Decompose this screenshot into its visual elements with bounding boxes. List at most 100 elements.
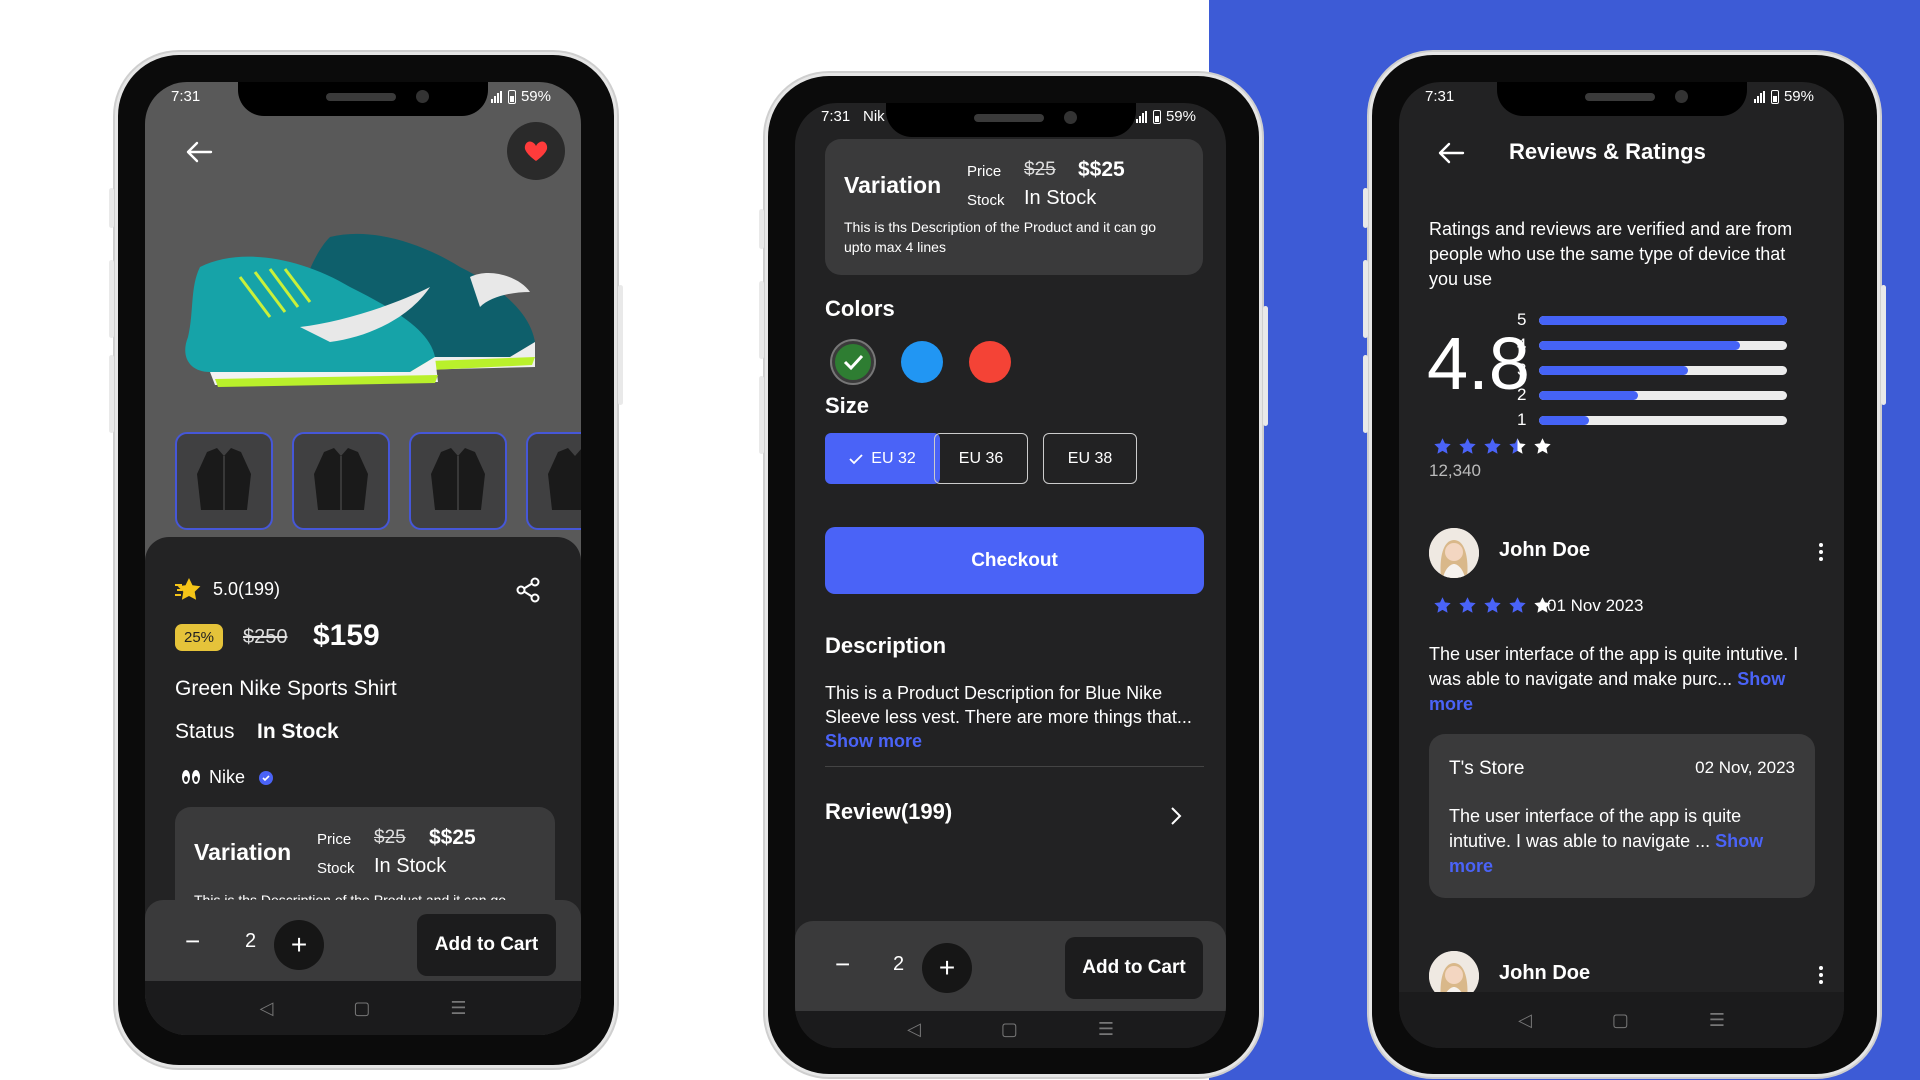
back-arrow-icon[interactable]	[1437, 141, 1465, 165]
person-avatar-icon	[1429, 528, 1479, 578]
more-options-icon[interactable]	[1819, 966, 1823, 984]
reply-body: The user interface of the app is quite i…	[1449, 806, 1742, 851]
signal-icon	[1135, 110, 1147, 123]
share-icon[interactable]	[515, 577, 541, 603]
review-count: 12,340	[1429, 461, 1481, 480]
size-label: EU 36	[958, 449, 1004, 467]
decrease-quantity-button[interactable]: −	[835, 949, 850, 980]
phone-button	[109, 260, 114, 338]
current-price: $159	[313, 619, 380, 652]
size-option-eu36[interactable]: EU 36	[934, 433, 1028, 484]
back-arrow-icon[interactable]	[185, 140, 213, 164]
more-options-icon[interactable]	[1819, 543, 1823, 561]
brand-name[interactable]: Nike	[209, 767, 245, 788]
screen: 7:31 59% Reviews & Ratings Ratings and r…	[1399, 82, 1844, 1048]
rating-bar-fill	[1539, 391, 1639, 400]
stock-value: In Stock	[1024, 187, 1097, 209]
variation-description: This is ths Description of the Product a…	[844, 219, 1157, 255]
jacket-icon	[314, 448, 368, 510]
jacket-icon	[431, 448, 485, 510]
nav-back-icon[interactable]: ◁	[260, 998, 274, 1019]
battery-level: 59%	[1165, 108, 1196, 125]
nav-menu-icon[interactable]: ☰	[450, 998, 466, 1019]
variation-card: Variation Price $25 $$25 Stock In Stock …	[825, 139, 1203, 275]
nav-back-icon[interactable]: ◁	[1518, 1010, 1532, 1031]
rating-bar-fill	[1539, 316, 1787, 325]
bottom-cart-bar: − 2 + Add to Cart	[795, 921, 1226, 1011]
description-title: Description	[825, 633, 947, 658]
rating-bar	[1539, 391, 1787, 400]
divider	[825, 766, 1204, 767]
star-icon	[1509, 438, 1526, 454]
nav-back-icon[interactable]: ◁	[907, 1019, 921, 1040]
status-value: In Stock	[257, 720, 339, 743]
nav-home-icon[interactable]: ▢	[353, 998, 370, 1019]
size-title: Size	[825, 393, 870, 418]
add-to-cart-button[interactable]: Add to Cart	[417, 914, 556, 976]
star-icon	[1459, 597, 1476, 613]
rating-bar-label: 5	[1517, 310, 1527, 329]
variation-title: Variation	[844, 172, 942, 198]
favorite-button[interactable]	[507, 122, 565, 180]
color-swatch-blue[interactable]	[901, 341, 943, 383]
brand-logo-icon	[182, 770, 200, 784]
battery-level: 59%	[1783, 88, 1814, 105]
thumbnail[interactable]	[526, 432, 581, 530]
colors-title: Colors	[825, 296, 895, 321]
show-more-link[interactable]: Show more	[825, 731, 922, 751]
price-label: Price	[967, 163, 1002, 180]
thumbnail[interactable]	[292, 432, 390, 530]
rating-bar-label: 1	[1517, 410, 1527, 429]
size-option-eu32[interactable]: EU 32	[825, 433, 940, 484]
star-icon	[1434, 597, 1451, 613]
rating-bar-fill	[1539, 416, 1589, 425]
size-option-eu38[interactable]: EU 38	[1043, 433, 1137, 484]
increase-quantity-button[interactable]: +	[274, 920, 324, 970]
size-label: EU 32	[871, 449, 916, 467]
phone-button	[759, 209, 764, 249]
phone-button	[1363, 260, 1368, 338]
phone-product-options: 7:31 Nik 59% Variation Price $25 $$25 St…	[759, 73, 1268, 1077]
nav-menu-icon[interactable]: ☰	[1709, 1010, 1725, 1031]
color-swatch-green[interactable]	[832, 341, 874, 383]
nav-home-icon[interactable]: ▢	[1001, 1019, 1018, 1040]
rating-bar-label: 4	[1517, 335, 1527, 354]
increase-quantity-button[interactable]: +	[922, 943, 972, 993]
nav-home-icon[interactable]: ▢	[1612, 1010, 1629, 1031]
checkout-button[interactable]: Checkout	[825, 527, 1204, 594]
star-icon	[1459, 438, 1476, 454]
battery-icon	[1152, 109, 1161, 124]
ratings-intro: Ratings and reviews are verified and are…	[1429, 219, 1793, 289]
phone-button	[109, 188, 114, 228]
decrease-quantity-button[interactable]: −	[185, 926, 200, 957]
rating-bars: 5 4 3 2 1	[1517, 310, 1844, 430]
thumbnail[interactable]	[175, 432, 273, 530]
nav-menu-icon[interactable]: ☰	[1098, 1019, 1114, 1040]
page-title: Reviews & Ratings	[1509, 139, 1706, 164]
screen: 7:31 Nik 59% Variation Price $25 $$25 St…	[795, 103, 1226, 1048]
rating-bar-row: 4	[1517, 335, 1844, 357]
thumbnail[interactable]	[409, 432, 507, 530]
add-to-cart-button[interactable]: Add to Cart	[1065, 937, 1203, 999]
reviewer-name: John Doe	[1499, 539, 1591, 561]
avatar	[1429, 528, 1479, 578]
phone-button	[759, 376, 764, 454]
variation-price: $$25	[429, 826, 476, 849]
review-row-title[interactable]: Review(199)	[825, 799, 952, 825]
rating-text: 5.0(199)	[213, 579, 281, 599]
verified-icon	[259, 771, 273, 785]
stock-value: In Stock	[374, 855, 447, 877]
description-text: This is a Product Description for Blue N…	[825, 683, 1192, 727]
chevron-right-icon[interactable]	[1169, 806, 1183, 826]
color-swatch-red[interactable]	[969, 341, 1011, 383]
battery-icon	[1770, 89, 1779, 104]
status-time: 7:31	[1425, 88, 1455, 105]
bottom-cart-bar: − 2 + Add to Cart	[145, 900, 581, 990]
phone-button	[618, 285, 623, 405]
rating-bar	[1539, 316, 1787, 325]
status-time: 7:31	[171, 88, 201, 105]
status-bar: 7:31 59%	[1399, 88, 1844, 112]
star-icon	[1484, 438, 1501, 454]
phone-button	[1363, 355, 1368, 433]
rating-bar-label: 3	[1517, 360, 1527, 379]
